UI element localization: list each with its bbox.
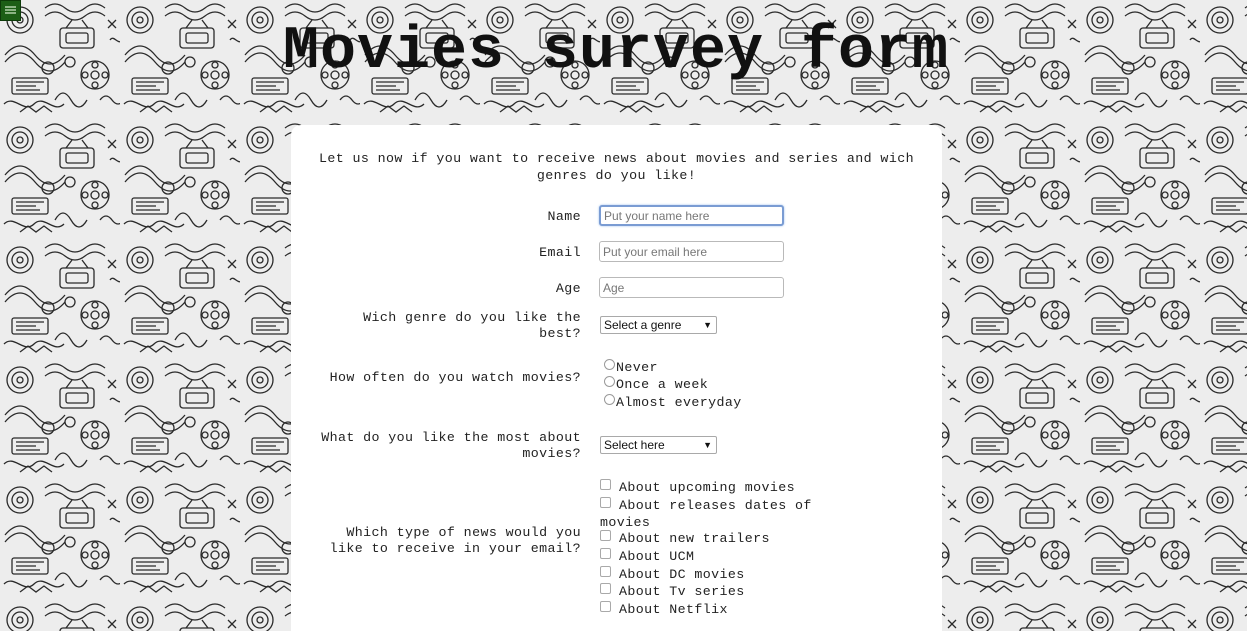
checkbox[interactable] <box>600 566 611 577</box>
radio-button[interactable] <box>604 376 615 387</box>
page-title: Movies survey form <box>282 18 950 86</box>
checkbox-ucm[interactable]: About UCM <box>600 548 840 566</box>
checkbox-dc-movies[interactable]: About DC movies <box>600 566 840 584</box>
radio-label: Almost everyday <box>616 395 742 410</box>
name-label: Name <box>547 209 581 224</box>
genre-select-value: Select a genre <box>604 318 682 332</box>
checkbox-new-trailers[interactable]: About new trailers <box>600 530 840 548</box>
checkbox-label: About upcoming movies <box>619 480 795 495</box>
form-description: Let us now if you want to receive news a… <box>319 151 914 183</box>
likes-select[interactable]: Select here ▼ <box>600 436 717 454</box>
checkbox-label: About Netflix <box>619 602 728 617</box>
radio-button[interactable] <box>604 359 615 370</box>
radio-option-never[interactable]: Never <box>604 359 658 376</box>
chevron-down-icon: ▼ <box>703 440 712 450</box>
radio-button[interactable] <box>604 394 615 405</box>
checkbox-release-dates[interactable]: About releases dates of movies <box>600 497 840 531</box>
name-input[interactable] <box>599 205 784 226</box>
radio-option-once-a-week[interactable]: Once a week <box>604 376 708 393</box>
email-label: Email <box>539 245 581 260</box>
checkbox-netflix[interactable]: About Netflix <box>600 601 840 619</box>
checkbox[interactable] <box>600 479 611 490</box>
radio-label: Never <box>616 360 658 375</box>
genre-select[interactable]: Select a genre ▼ <box>600 316 717 334</box>
age-label: Age <box>555 281 581 296</box>
checkbox[interactable] <box>600 497 611 508</box>
radio-option-almost-everyday[interactable]: Almost everyday <box>604 394 742 411</box>
checkbox[interactable] <box>600 583 611 594</box>
checkbox-label: About UCM <box>619 549 695 564</box>
checkbox-label: About releases dates of movies <box>600 498 812 530</box>
checkbox[interactable] <box>600 548 611 559</box>
radio-label: Once a week <box>616 377 709 392</box>
age-input[interactable] <box>599 277 784 298</box>
likes-select-value: Select here <box>604 438 665 452</box>
checkbox-upcoming-movies[interactable]: About upcoming movies <box>600 479 840 497</box>
frequency-label: How often do you watch movies? <box>329 370 581 385</box>
likes-label: What do you like the most about movies? <box>321 430 581 461</box>
checkbox-label: About Tv series <box>619 584 745 599</box>
checkbox-label: About DC movies <box>619 567 745 582</box>
genre-label: Wich genre do you like the best? <box>363 310 581 341</box>
checkbox-label: About new trailers <box>619 531 770 546</box>
news-label: Which type of news would you like to rec… <box>329 525 581 556</box>
checkbox-tv-series[interactable]: About Tv series <box>600 583 840 601</box>
chevron-down-icon: ▼ <box>703 320 712 330</box>
survey-form: Let us now if you want to receive news a… <box>291 125 942 631</box>
email-input[interactable] <box>599 241 784 262</box>
checkbox[interactable] <box>600 601 611 612</box>
freecodecamp-badge-icon[interactable] <box>0 0 21 21</box>
checkbox[interactable] <box>600 530 611 541</box>
